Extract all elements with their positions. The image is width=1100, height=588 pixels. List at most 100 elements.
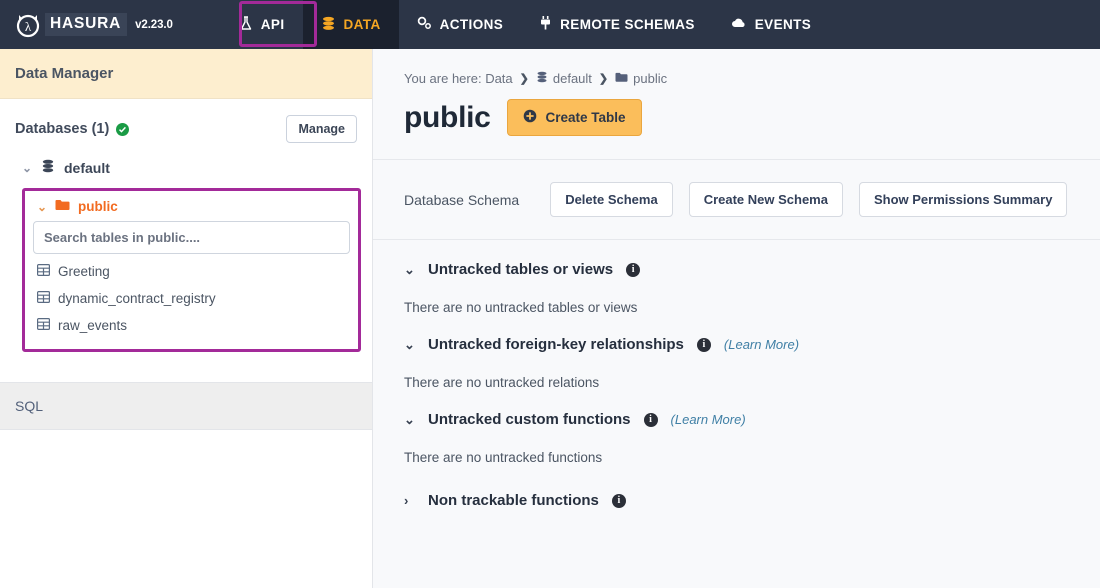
databases-row: Databases (1) Manage [0,99,372,151]
database-icon [321,16,336,34]
nav-item-remote-schemas[interactable]: REMOTE SCHEMAS [521,0,713,49]
database-icon [41,159,55,176]
page-header: public Create Table [373,86,1100,136]
main-content: You are here: Data ❯ default ❯ [373,49,1100,588]
breadcrumb: You are here: Data ❯ default ❯ [373,49,1100,86]
cloud-icon [731,17,747,32]
section-title: Untracked custom functions [428,411,631,428]
section-body: There are no untracked relations [404,375,1100,390]
databases-label-group: Databases (1) [15,121,129,137]
table-icon [37,318,50,333]
section-untracked-foreign-keys: ⌄ Untracked foreign-key relationships i … [373,336,1100,390]
database-icon [536,71,548,86]
chevron-down-icon[interactable]: ⌄ [22,162,32,174]
database-schema-label: Database Schema [404,192,519,208]
nav-item-api[interactable]: API [221,0,303,49]
flask-icon [239,16,253,34]
section-header-non-trackable-functions[interactable]: › Non trackable functions i [404,492,1100,509]
table-list: Greeting dynamic_contract_registry [33,258,350,339]
section-title: Non trackable functions [428,492,599,509]
breadcrumb-data[interactable]: You are here: Data [404,71,513,86]
chevron-down-icon[interactable]: ⌄ [37,201,47,213]
version-label: v2.23.0 [135,19,173,31]
page-body: Data Manager Databases (1) Manage ⌄ defa… [0,49,1100,588]
table-item-raw-events[interactable]: raw_events [33,312,350,339]
info-icon[interactable]: i [697,338,711,352]
manage-button[interactable]: Manage [286,115,357,143]
gears-icon [417,16,432,33]
breadcrumb-label: public [633,71,667,86]
table-name: raw_events [58,318,127,333]
info-icon[interactable]: i [612,494,626,508]
nav-label-events: EVENTS [755,17,811,32]
plus-circle-icon [523,109,537,126]
learn-more-link[interactable]: (Learn More) [671,412,746,427]
database-node-default[interactable]: ⌄ default [0,151,372,184]
nav-item-actions[interactable]: ACTIONS [399,0,522,49]
nav-label-data: DATA [344,17,381,32]
table-icon [37,264,50,279]
breadcrumb-label: default [553,71,592,86]
schema-name: public [78,199,118,214]
svg-text:λ: λ [25,19,32,34]
plug-icon [539,16,552,34]
table-item-dynamic-contract-registry[interactable]: dynamic_contract_registry [33,285,350,312]
section-non-trackable-functions: › Non trackable functions i [373,492,1100,509]
table-icon [37,291,50,306]
page-title: public [404,101,491,135]
folder-icon [615,71,628,86]
create-table-label: Create Table [546,110,626,125]
breadcrumb-public[interactable]: public [615,71,667,86]
table-name: dynamic_contract_registry [58,291,216,306]
chevron-down-icon[interactable]: ⌄ [404,262,415,278]
connection-ok-icon [116,123,129,136]
show-permissions-summary-button[interactable]: Show Permissions Summary [859,182,1067,217]
sidebar-gap [0,352,372,382]
folder-icon [55,199,70,214]
nav-item-events[interactable]: EVENTS [713,0,829,49]
schema-actions-row: Database Schema Delete Schema Create New… [373,160,1100,217]
search-tables-input[interactable] [33,221,350,254]
table-item-greeting[interactable]: Greeting [33,258,350,285]
info-icon[interactable]: i [644,413,658,427]
nav-label-actions: ACTIONS [440,17,504,32]
main-nav: API DATA ACTIONS [221,0,829,49]
nav-item-data[interactable]: DATA [303,0,399,49]
databases-label: Databases (1) [15,121,109,137]
schema-node-public[interactable]: ⌄ public [33,197,350,221]
breadcrumb-separator-icon: ❯ [599,72,608,85]
create-new-schema-button[interactable]: Create New Schema [689,182,843,217]
sidebar-item-sql[interactable]: SQL [0,382,372,430]
section-body: There are no untracked functions [404,450,1100,465]
section-title: Untracked foreign-key relationships [428,336,684,353]
sidebar: Data Manager Databases (1) Manage ⌄ defa… [0,49,373,588]
chevron-right-icon[interactable]: › [404,493,415,508]
table-name: Greeting [58,264,110,279]
database-name: default [64,160,110,176]
section-header-untracked-foreign-keys[interactable]: ⌄ Untracked foreign-key relationships i … [404,336,1100,353]
section-untracked-tables: ⌄ Untracked tables or views i There are … [373,261,1100,315]
top-navigation-bar: λ HASURA v2.23.0 API DATA [0,0,1100,49]
sidebar-title: Data Manager [0,49,372,99]
hasura-logo[interactable]: λ HASURA v2.23.0 [14,11,173,39]
nav-label-remote-schemas: REMOTE SCHEMAS [560,17,695,32]
hasura-lambda-icon: λ [14,11,42,39]
section-header-untracked-tables[interactable]: ⌄ Untracked tables or views i [404,261,1100,278]
delete-schema-button[interactable]: Delete Schema [550,182,673,217]
hasura-wordmark: HASURA [45,13,127,36]
chevron-down-icon[interactable]: ⌄ [404,337,415,353]
breadcrumb-default[interactable]: default [536,71,592,86]
schema-highlight-box: ⌄ public Greeting [22,188,361,352]
sidebar-empty-area [0,430,372,588]
breadcrumb-separator-icon: ❯ [520,72,529,85]
section-untracked-custom-functions: ⌄ Untracked custom functions i (Learn Mo… [373,411,1100,465]
info-icon[interactable]: i [626,263,640,277]
learn-more-link[interactable]: (Learn More) [724,337,799,352]
schema-actions-divider [373,239,1100,240]
nav-label-api: API [261,17,285,32]
section-body: There are no untracked tables or views [404,300,1100,315]
chevron-down-icon[interactable]: ⌄ [404,412,415,428]
section-title: Untracked tables or views [428,261,613,278]
section-header-untracked-custom-functions[interactable]: ⌄ Untracked custom functions i (Learn Mo… [404,411,1100,428]
create-table-button[interactable]: Create Table [507,99,642,136]
